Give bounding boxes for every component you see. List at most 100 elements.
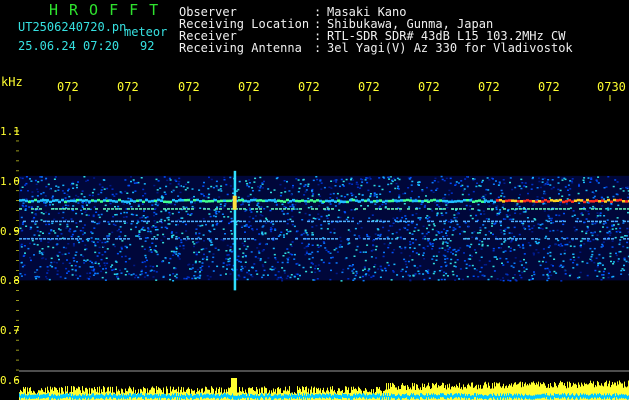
level-bar (583, 386, 584, 400)
noise-pixel (299, 274, 301, 277)
noise-pixel (567, 189, 569, 191)
noise-pixel (326, 228, 329, 230)
noise-pixel (517, 197, 520, 199)
noise-pixel (311, 251, 314, 254)
level-bar-base (61, 394, 62, 399)
carrier-signal (40, 199, 43, 202)
signal-line (251, 208, 254, 210)
level-bar-base (366, 393, 367, 398)
level-bar-base (276, 394, 277, 399)
level-bar-base (96, 394, 97, 399)
noise-pixel (89, 260, 92, 262)
noise-pixel (534, 240, 537, 243)
noise-pixel (516, 203, 519, 205)
noise-pixel (201, 262, 204, 264)
noise-pixel (189, 214, 192, 216)
level-bar-base (525, 393, 526, 398)
noise-pixel (114, 260, 117, 263)
noise-pixel (519, 260, 522, 263)
noise-pixel (533, 225, 536, 227)
level-bar-base (178, 395, 179, 400)
level-bar-base (70, 393, 71, 398)
noise-pixel (448, 246, 451, 249)
level-bar-base (455, 393, 456, 398)
noise-pixel (180, 241, 183, 244)
noise-pixel (175, 276, 178, 279)
level-bar-base (479, 394, 480, 399)
level-bar-base (390, 395, 391, 400)
noise-pixel (198, 189, 201, 191)
signal-line (463, 220, 466, 223)
noise-pixel (104, 264, 107, 267)
signal-line (203, 208, 206, 210)
noise-pixel (398, 196, 401, 198)
noise-pixel (262, 265, 265, 268)
level-bar-base (498, 395, 499, 400)
level-bar-base (94, 395, 95, 400)
noise-pixel (337, 216, 340, 219)
noise-pixel (82, 233, 85, 236)
noise-pixel (163, 176, 166, 178)
noise-pixel (212, 186, 215, 189)
level-bar-base (22, 393, 23, 398)
noise-pixel (612, 195, 615, 198)
noise-pixel (449, 177, 452, 180)
level-bar-base (74, 395, 75, 400)
noise-pixel (408, 206, 411, 208)
noise-pixel (530, 188, 533, 190)
carrier-signal (76, 198, 79, 202)
signal-line (51, 238, 54, 240)
level-bar-base (579, 395, 580, 400)
signal-line (67, 220, 70, 223)
noise-pixel (616, 181, 619, 183)
signal-line (279, 208, 282, 210)
signal-line (611, 238, 614, 240)
signal-line (275, 238, 278, 240)
noise-pixel (328, 262, 331, 264)
level-bar-base (313, 394, 314, 399)
level-bar-base (542, 393, 543, 398)
level-bar-base (318, 394, 319, 399)
level-bar-base (305, 393, 306, 398)
level-bar-base (261, 393, 262, 398)
noise-pixel (66, 272, 68, 274)
noise-pixel (573, 214, 576, 216)
noise-pixel (112, 215, 115, 218)
level-bar-base (294, 394, 295, 399)
level-bar-base (512, 395, 513, 400)
noise-pixel (444, 193, 447, 196)
noise-pixel (542, 203, 545, 205)
noise-pixel (36, 269, 39, 271)
signal-line (155, 238, 158, 240)
noise-pixel (537, 251, 540, 254)
level-bar-base (372, 393, 373, 398)
noise-pixel (329, 278, 332, 281)
level-bar-base (533, 395, 534, 400)
noise-pixel (118, 235, 121, 238)
noise-pixel (560, 243, 562, 245)
noise-pixel (335, 262, 338, 264)
level-bar-base (374, 394, 375, 399)
noise-pixel (244, 210, 247, 212)
noise-pixel (185, 223, 187, 226)
noise-pixel (91, 261, 93, 264)
level-bar-base (575, 394, 576, 399)
noise-pixel (452, 229, 455, 232)
noise-pixel (374, 248, 377, 251)
noise-pixel (274, 267, 277, 269)
carrier-signal (409, 199, 412, 202)
noise-pixel (500, 231, 503, 234)
carrier-signal (262, 199, 265, 203)
noise-pixel (449, 262, 452, 265)
level-bar (433, 383, 434, 400)
signal-line (39, 208, 42, 210)
noise-pixel (498, 182, 501, 185)
noise-pixel (20, 243, 23, 246)
signal-line (51, 220, 54, 223)
signal-line (531, 238, 534, 240)
noise-pixel (602, 270, 605, 273)
noise-pixel (277, 276, 280, 279)
noise-pixel (214, 246, 217, 249)
noise-pixel (587, 213, 590, 215)
carrier-signal (478, 199, 481, 202)
